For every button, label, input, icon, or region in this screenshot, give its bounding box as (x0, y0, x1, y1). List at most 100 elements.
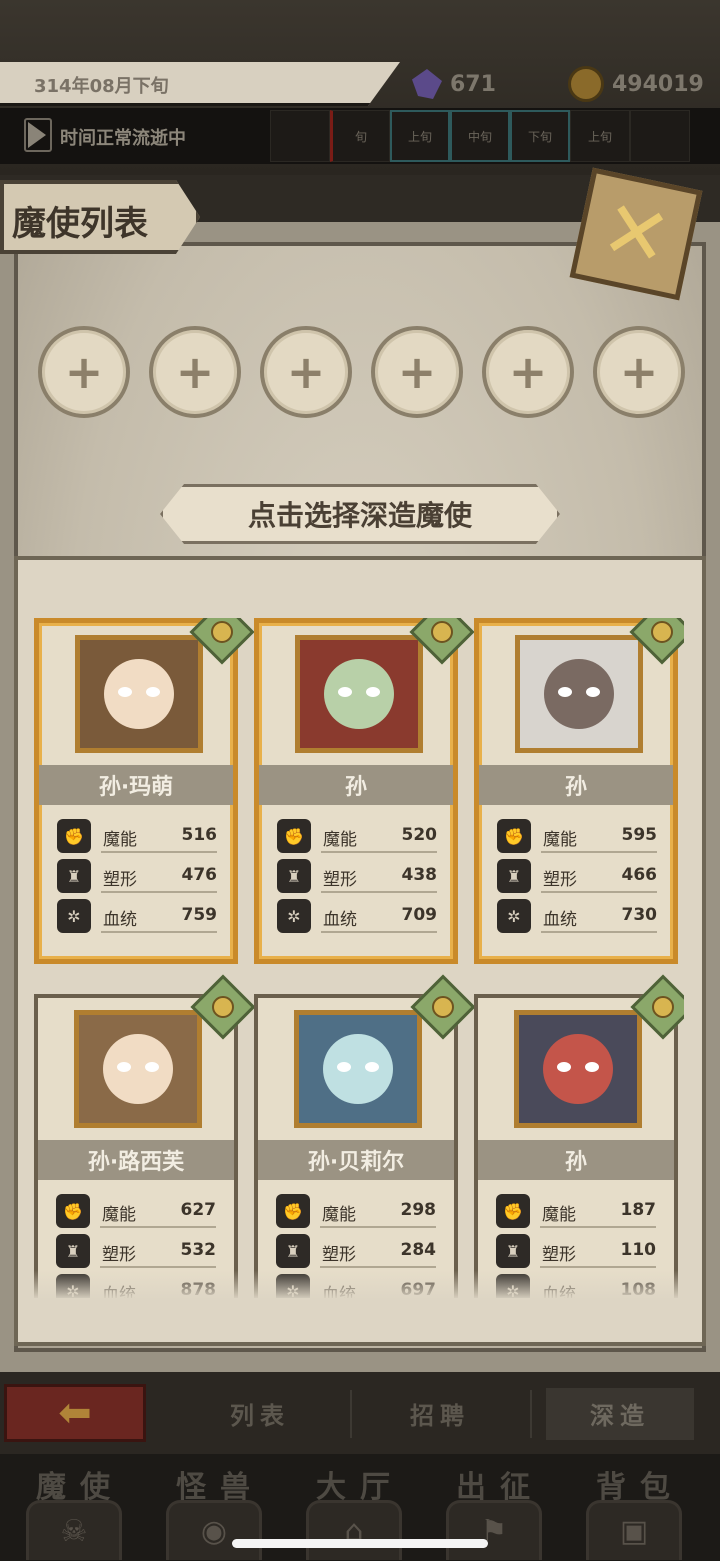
envoy-portrait (514, 1010, 642, 1128)
stat-label: 魔能 (542, 1205, 576, 1225)
stat-label: 塑形 (322, 1245, 356, 1265)
arrow-left-icon: ⬅ (58, 1390, 92, 1436)
stat-label: 魔能 (103, 830, 137, 850)
stat-row-shape: ♜ 塑形 438 (277, 859, 437, 893)
eye (145, 1062, 159, 1072)
stat-label: 塑形 (103, 870, 137, 890)
eye (366, 687, 380, 697)
nav-expedition[interactable]: 出征 (440, 1462, 560, 1506)
training-slot[interactable]: + (38, 326, 130, 418)
body-shape-icon: ♜ (57, 859, 91, 893)
body-shape-icon: ♜ (496, 1234, 530, 1268)
stat-value: 627 (180, 1200, 217, 1220)
nav-monster[interactable]: 怪兽 (160, 1462, 280, 1506)
envoy-card[interactable]: 孙 ✊ 魔能 595 ♜ 塑形 466 ✲ 血统 730 (474, 618, 684, 964)
stat-row-magic: ✊ 魔能 298 (276, 1194, 436, 1228)
expedition-nav-icon[interactable]: ⚑ (446, 1500, 542, 1560)
nav-bag[interactable]: 背包 (580, 1462, 700, 1506)
plus-icon: + (508, 345, 548, 399)
tab-training[interactable]: 深造 (590, 1396, 650, 1431)
training-slot[interactable]: + (260, 326, 352, 418)
training-slot[interactable]: + (593, 326, 685, 418)
envoy-card[interactable]: 孙·路西芙 ✊ 魔能 627 ♜ 塑形 532 ✲ 血统 878 (34, 974, 256, 1298)
period-tick (270, 110, 330, 162)
monster-nav-icon[interactable]: ◉ (166, 1500, 262, 1560)
stat-row-blood: ✲ 血统 759 (57, 899, 217, 933)
eye (586, 687, 600, 697)
training-slot[interactable]: + (149, 326, 241, 418)
gold-coin-icon (568, 66, 604, 102)
stat-label: 魔能 (323, 830, 357, 850)
close-button[interactable]: ✕ (569, 167, 703, 301)
body-shape-icon: ♜ (277, 859, 311, 893)
stat-value: 520 (401, 825, 438, 845)
training-slot[interactable]: + (371, 326, 463, 418)
envoy-nav-icon[interactable]: ☠ (26, 1500, 122, 1560)
stat-row-shape: ♜ 塑形 110 (496, 1234, 656, 1268)
hall-nav-icon[interactable]: ⌂ (306, 1500, 402, 1560)
nav-hall[interactable]: 大厅 (300, 1462, 420, 1506)
magic-power-icon: ✊ (276, 1194, 310, 1228)
envoy-name: 孙·路西芙 (38, 1140, 234, 1180)
envoy-card[interactable]: 孙 ✊ 魔能 520 ♜ 塑形 438 ✲ 血统 709 (254, 618, 475, 964)
plus-icon: + (397, 345, 437, 399)
tab-recruit[interactable]: 招聘 (410, 1396, 470, 1431)
eye (117, 1062, 131, 1072)
back-button[interactable]: ⬅ (4, 1384, 146, 1442)
home-indicator (232, 1539, 488, 1548)
bloodline-icon: ✲ (277, 899, 311, 933)
scroll-fade (34, 1270, 684, 1300)
tab-list[interactable]: 列表 (230, 1396, 290, 1431)
stat-value: 476 (181, 865, 218, 885)
envoy-name: 孙·玛萌 (39, 765, 233, 805)
divider (530, 1390, 532, 1438)
nav-envoy[interactable]: 魔使 (20, 1462, 140, 1506)
stat-label: 塑形 (323, 870, 357, 890)
envoy-card[interactable]: 孙·贝莉尔 ✊ 魔能 298 ♜ 塑形 284 ✲ 血统 697 (254, 974, 476, 1298)
stat-label: 魔能 (102, 1205, 136, 1225)
training-slot[interactable]: + (482, 326, 574, 418)
bag-nav-icon[interactable]: ▣ (586, 1500, 682, 1560)
plus-icon: + (64, 345, 104, 399)
period-tick (630, 110, 690, 162)
stat-row-shape: ♜ 塑形 476 (57, 859, 217, 893)
eye (585, 1062, 599, 1072)
envoy-card[interactable]: 孙 ✊ 魔能 187 ♜ 塑形 110 ✲ 血统 108 (474, 974, 684, 1298)
body-shape-icon: ♜ (497, 859, 531, 893)
body-shape-icon: ♜ (276, 1234, 310, 1268)
envoy-card-grid[interactable]: 孙·玛萌 ✊ 魔能 516 ♜ 塑形 476 ✲ 血统 759 孙 ✊ 魔能 5… (34, 618, 684, 1298)
stat-row-shape: ♜ 塑形 532 (56, 1234, 216, 1268)
stat-value: 438 (401, 865, 438, 885)
stat-row-magic: ✊ 魔能 520 (277, 819, 437, 853)
plus-icon: + (175, 345, 215, 399)
game-date: 314年08月下旬 (34, 76, 169, 97)
stat-label: 血统 (323, 910, 357, 930)
stat-row-shape: ♜ 塑形 466 (497, 859, 657, 893)
close-x-icon: ✕ (593, 181, 679, 286)
envoy-face (544, 659, 614, 729)
period-tick: 上旬 (390, 110, 450, 162)
gold-count: 494019 (612, 71, 704, 97)
time-flow-status: 时间正常流逝中 (60, 128, 186, 149)
envoy-face (323, 1034, 393, 1104)
bloodline-icon: ✲ (57, 899, 91, 933)
envoy-face (104, 659, 174, 729)
magic-power-icon: ✊ (57, 819, 91, 853)
stat-value: 595 (621, 825, 658, 845)
stat-row-magic: ✊ 魔能 595 (497, 819, 657, 853)
magic-power-icon: ✊ (277, 819, 311, 853)
envoy-name: 孙·贝莉尔 (258, 1140, 454, 1180)
stat-value: 730 (621, 905, 658, 925)
stat-value: 532 (180, 1240, 217, 1260)
period-tick-current: 旬 (330, 110, 390, 162)
envoy-card[interactable]: 孙·玛萌 ✊ 魔能 516 ♜ 塑形 476 ✲ 血统 759 (34, 618, 255, 964)
gem-icon (412, 69, 442, 99)
envoy-name: 孙 (259, 765, 453, 805)
gem-count: 671 (450, 71, 496, 97)
bloodline-icon: ✲ (497, 899, 531, 933)
envoy-name: 孙 (479, 765, 673, 805)
stat-row-blood: ✲ 血统 730 (497, 899, 657, 933)
envoy-portrait (75, 635, 203, 753)
stat-row-blood: ✲ 血统 709 (277, 899, 437, 933)
eye (365, 1062, 379, 1072)
